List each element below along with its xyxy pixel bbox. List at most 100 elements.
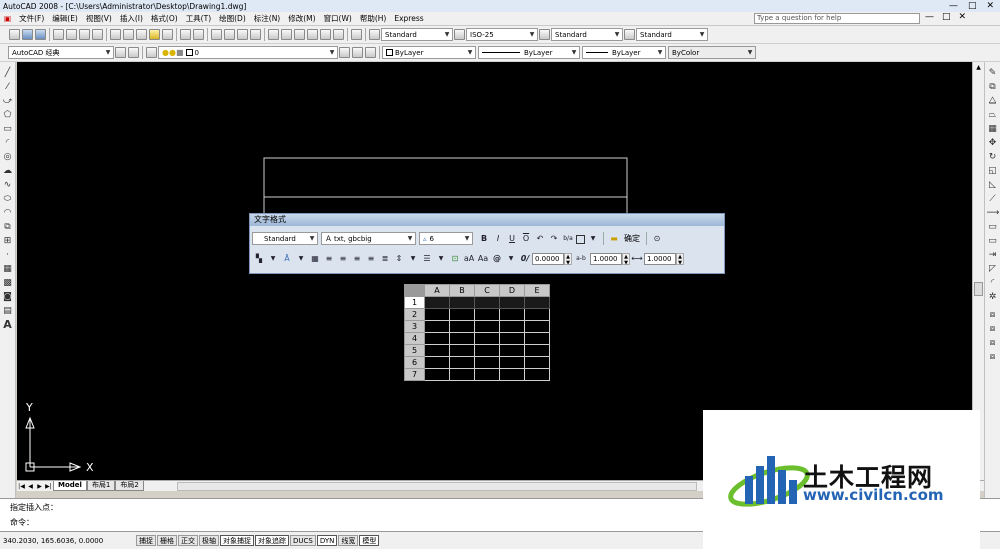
table-cell[interactable] bbox=[449, 344, 475, 357]
table-cell[interactable] bbox=[449, 320, 475, 333]
symbol-button[interactable]: @ bbox=[491, 253, 503, 265]
dyn-toggle[interactable]: DYN bbox=[316, 535, 338, 546]
tf-font-select[interactable]: Ａ txt, gbcbig ▼ bbox=[321, 232, 416, 245]
lineweight-toggle[interactable]: 线宽 bbox=[338, 535, 359, 546]
table-cell[interactable] bbox=[474, 320, 500, 333]
table-cell[interactable] bbox=[499, 368, 525, 381]
table-cell[interactable] bbox=[424, 356, 450, 369]
next-tab-icon[interactable]: ▶ bbox=[35, 483, 44, 490]
table-cell[interactable] bbox=[524, 320, 550, 333]
join-icon[interactable]: ⇥ bbox=[987, 249, 999, 261]
mirror-icon[interactable]: ⧋ bbox=[987, 95, 999, 107]
table-cell[interactable] bbox=[449, 368, 475, 381]
break-at-point-icon[interactable]: ▭ bbox=[987, 221, 999, 233]
column-header[interactable]: C bbox=[474, 284, 500, 297]
array-icon[interactable]: ▦ bbox=[987, 123, 999, 135]
row-header[interactable]: 1 bbox=[404, 296, 425, 309]
table-cell[interactable] bbox=[524, 344, 550, 357]
horizontal-scrollbar[interactable] bbox=[177, 482, 697, 491]
column-header[interactable]: D bbox=[499, 284, 525, 297]
numbering-icon[interactable]: ☰ bbox=[421, 253, 433, 265]
scroll-up-icon[interactable]: ▲ bbox=[973, 62, 984, 73]
table-corner[interactable] bbox=[404, 284, 425, 297]
copy-object-icon[interactable]: ⧉ bbox=[987, 81, 999, 93]
distribute-icon[interactable]: ≣ bbox=[379, 253, 391, 265]
bring-front-icon[interactable]: ⧈ bbox=[987, 323, 999, 335]
tf-style-select[interactable]: Standard ▼ bbox=[252, 232, 318, 245]
align-left-icon[interactable]: ≡ bbox=[323, 253, 335, 265]
break-icon[interactable]: ▭ bbox=[987, 235, 999, 247]
table-cell[interactable] bbox=[499, 332, 525, 345]
table-cell[interactable] bbox=[524, 368, 550, 381]
chevron-down-icon[interactable]: ▼ bbox=[295, 253, 307, 265]
ducs-toggle[interactable]: DUCS bbox=[290, 535, 316, 546]
width-factor-input[interactable]: 1.0000 bbox=[644, 252, 676, 265]
table-cell[interactable] bbox=[474, 332, 500, 345]
explode-icon[interactable]: ✲ bbox=[987, 291, 999, 303]
column-header[interactable]: A bbox=[424, 284, 450, 297]
justification-icon[interactable]: Ā bbox=[281, 253, 293, 265]
align-center-icon[interactable]: ≡ bbox=[337, 253, 349, 265]
prev-tab-icon[interactable]: ◀ bbox=[26, 483, 35, 490]
table-cell[interactable] bbox=[524, 296, 550, 309]
lowercase-button[interactable]: Aa bbox=[477, 253, 489, 265]
chevron-down-icon[interactable]: ▼ bbox=[407, 253, 419, 265]
chevron-down-icon[interactable]: ▼ bbox=[587, 233, 599, 245]
extend-icon[interactable]: ⟶ bbox=[987, 207, 1000, 219]
table-cell[interactable] bbox=[474, 296, 500, 309]
ruler-icon[interactable]: ▬ bbox=[608, 233, 620, 245]
table-cell[interactable] bbox=[524, 356, 550, 369]
table-cell[interactable] bbox=[474, 368, 500, 381]
text-color-button[interactable] bbox=[576, 234, 585, 244]
tab-model[interactable]: Model bbox=[53, 481, 87, 491]
scroll-thumb[interactable] bbox=[974, 282, 983, 296]
table-cell[interactable] bbox=[424, 344, 450, 357]
tab-layout2[interactable]: 布局2 bbox=[115, 481, 144, 491]
columns-icon[interactable]: ▚ bbox=[253, 253, 265, 265]
table-cell[interactable] bbox=[424, 320, 450, 333]
italic-button[interactable]: I bbox=[492, 233, 504, 245]
command-prompt[interactable]: 命令： bbox=[10, 517, 34, 528]
table-cell[interactable] bbox=[449, 296, 475, 309]
overline-button[interactable]: O bbox=[520, 233, 532, 245]
table-cell[interactable] bbox=[499, 356, 525, 369]
row-header[interactable]: 3 bbox=[404, 320, 425, 333]
oblique-spinner[interactable]: ▲ ▼ bbox=[564, 252, 572, 266]
table-cell[interactable] bbox=[499, 320, 525, 333]
line-spacing-icon[interactable]: ⇕ bbox=[393, 253, 405, 265]
table-cell[interactable] bbox=[424, 332, 450, 345]
table-cell[interactable] bbox=[449, 308, 475, 321]
column-header[interactable]: E bbox=[524, 284, 550, 297]
erase-icon[interactable]: ✎ bbox=[987, 67, 999, 79]
send-back-icon[interactable]: ⧈ bbox=[987, 337, 999, 349]
table-cell[interactable] bbox=[474, 344, 500, 357]
table-cell[interactable] bbox=[449, 332, 475, 345]
chamfer-icon[interactable]: ◸ bbox=[987, 263, 999, 275]
table-cell[interactable] bbox=[424, 308, 450, 321]
bold-button[interactable]: B bbox=[478, 233, 490, 245]
grid-toggle[interactable]: 栅格 bbox=[157, 535, 177, 546]
text-front-icon[interactable]: ⧈ bbox=[987, 351, 999, 363]
row-header[interactable]: 4 bbox=[404, 332, 425, 345]
table-cell[interactable] bbox=[524, 308, 550, 321]
align-right-icon[interactable]: ≡ bbox=[351, 253, 363, 265]
coordinate-readout[interactable]: 340.2030, 165.6036, 0.0000 bbox=[3, 537, 136, 545]
move-icon[interactable]: ✥ bbox=[987, 137, 999, 149]
oblique-input[interactable]: 0.0000 bbox=[532, 252, 564, 265]
redo-button[interactable]: ↷ bbox=[548, 233, 560, 245]
underline-button[interactable]: U bbox=[506, 233, 518, 245]
chevron-down-icon[interactable]: ▼ bbox=[435, 253, 447, 265]
ok-button[interactable]: 确定 bbox=[621, 233, 643, 244]
osnap-toggle[interactable]: 对象捕捉 bbox=[220, 535, 254, 546]
ortho-toggle[interactable]: 正交 bbox=[178, 535, 198, 546]
row-header[interactable]: 5 bbox=[404, 344, 425, 357]
tf-height-select[interactable]: ▵ 6 ▼ bbox=[419, 232, 473, 245]
uppercase-button[interactable]: aA bbox=[463, 253, 475, 265]
column-header[interactable]: B bbox=[449, 284, 475, 297]
offset-icon[interactable]: ⏢ bbox=[987, 109, 999, 121]
model-toggle[interactable]: 模型 bbox=[359, 535, 380, 546]
table-cell[interactable] bbox=[499, 308, 525, 321]
options-icon[interactable]: ⊙ bbox=[651, 233, 663, 245]
table-cell[interactable] bbox=[499, 344, 525, 357]
table-cell[interactable] bbox=[449, 356, 475, 369]
